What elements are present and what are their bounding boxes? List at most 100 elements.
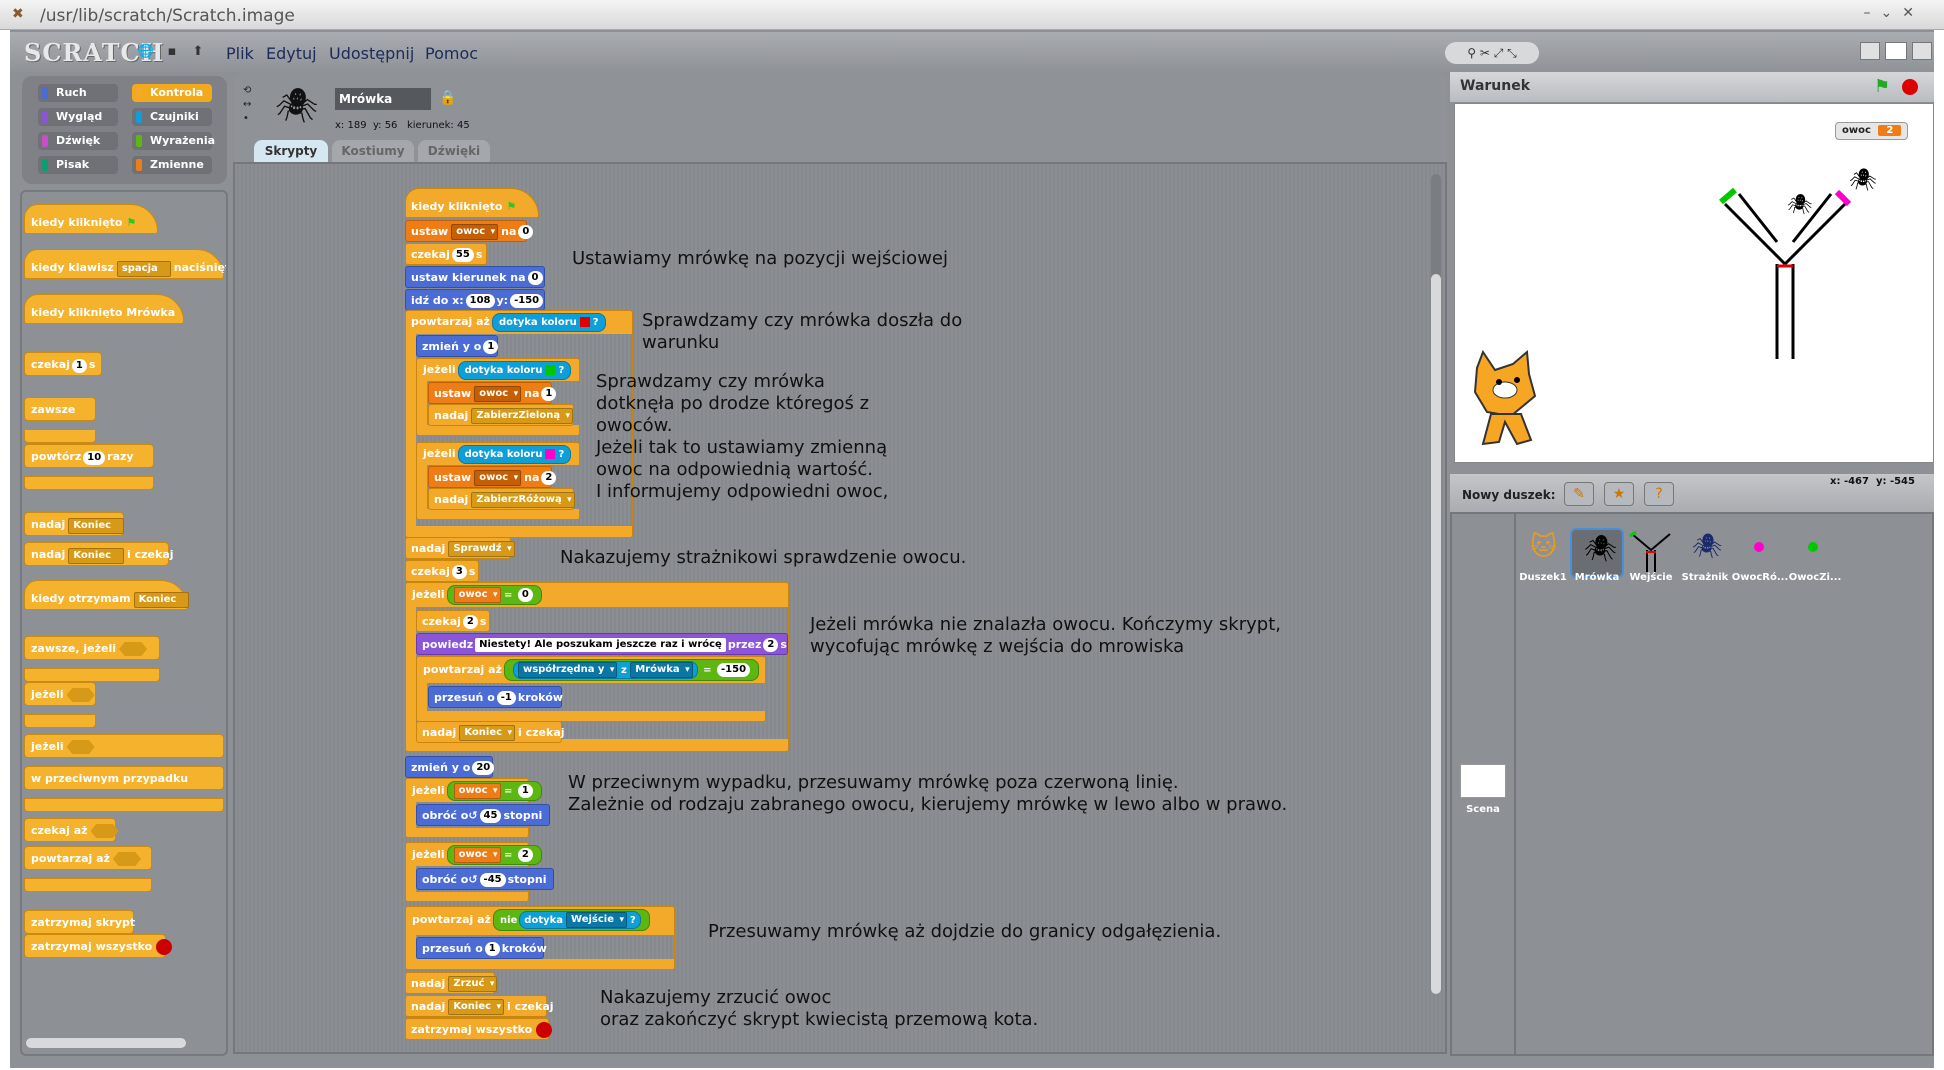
tab-sounds[interactable]: Dźwięki — [418, 140, 490, 162]
stop-button[interactable] — [1902, 79, 1918, 95]
palette-if[interactable]: jeżeli — [24, 682, 96, 706]
block-broadcast-sprawdz[interactable]: nadaj Sprawdź — [405, 537, 515, 559]
palette-stop-all[interactable]: zatrzymaj wszystko — [24, 934, 173, 958]
block-move-back[interactable]: przesuń o -1 kroków — [428, 686, 563, 708]
paint-new-sprite-button[interactable]: ✎ — [1564, 482, 1594, 506]
save-icon[interactable]: ▪ — [162, 42, 182, 62]
palette-when-key-pressed[interactable]: kiedy klawiszspacjanaciśnięty — [24, 249, 226, 279]
presentation-mode-button[interactable] — [1912, 42, 1932, 60]
sprite-name-field[interactable]: Mrówka — [335, 88, 431, 110]
category-pen[interactable]: Pisak — [38, 156, 118, 174]
window-controls[interactable]: –⌄✕ — [1864, 5, 1924, 21]
block-wait-3[interactable]: czekaj 3 s — [405, 560, 479, 582]
palette-stop-script[interactable]: zatrzymaj skrypt — [24, 910, 135, 934]
block-wait[interactable]: czekaj 55 s — [405, 243, 487, 265]
block-point-direction[interactable]: ustaw kierunek na 0 — [405, 266, 545, 288]
palette-when-i-receive[interactable]: kiedy otrzymam Koniec — [24, 580, 190, 610]
green-flag-button[interactable]: ⚑ — [1874, 76, 1890, 97]
block-broadcast-zielona[interactable]: nadaj ZabierzZieloną — [428, 404, 574, 426]
stage-thumbnail[interactable] — [1460, 764, 1506, 798]
menu-share[interactable]: Udostępnij — [329, 44, 414, 63]
sprite-info-panel: ⟲ ↔ • 🕷 Mrówka 🔒 x: 189 y: 56 kierunek: 45 — [235, 72, 1447, 164]
color-swatch-green[interactable] — [545, 364, 556, 375]
palette-forever[interactable]: zawsze — [24, 397, 96, 421]
block-broadcast-koniec-wait-2[interactable]: nadajKonieci czekaj — [405, 995, 554, 1017]
block-broadcast-zrzuc[interactable]: nadaj Zrzuć — [405, 972, 498, 994]
color-swatch-red[interactable] — [579, 316, 590, 327]
category-control[interactable]: Kontrola — [132, 84, 212, 102]
scripts-scrollbar[interactable] — [1431, 174, 1441, 994]
block-move-1[interactable]: przesuń o 1 kroków — [416, 937, 547, 959]
rotation-style-buttons[interactable]: ⟲ ↔ • — [243, 84, 257, 128]
sprite-thumb-guard[interactable]: 🕷 — [1678, 528, 1732, 578]
menu-help[interactable]: Pomoc — [425, 44, 478, 63]
share-icon[interactable]: ⬆ — [188, 42, 208, 62]
block-turn-left-45[interactable]: obróć o↺ 45 stopni — [416, 804, 550, 826]
choose-sprite-file-button[interactable]: ★ — [1604, 482, 1634, 506]
palette-when-flag-clicked[interactable]: kiedy kliknięto ⚑ — [24, 204, 158, 234]
menu-edit[interactable]: Edytuj — [266, 44, 317, 63]
block-set-owoc-2[interactable]: ustawowocna2 — [428, 466, 557, 488]
if-green-label: jeżeli dotyka koloru? — [418, 359, 578, 381]
sprite-thumb-ant[interactable]: 🕷 — [1570, 528, 1624, 578]
tab-scripts[interactable]: Skrypty — [254, 140, 328, 162]
palette-repeat-until[interactable]: powtarzaj aż — [24, 846, 152, 870]
block-broadcast-koniec-wait[interactable]: nadajKonieci czekaj — [416, 721, 565, 743]
category-sensing[interactable]: Czujniki — [132, 108, 212, 126]
palette-repeat-arm — [24, 476, 154, 490]
comment-fruit-6: I informujemy odpowiedni owoc, — [596, 481, 889, 502]
comment-fruit-2: dotknęła po drodze któregoś z — [596, 393, 870, 414]
category-looks[interactable]: Wygląd — [38, 108, 118, 126]
palette-if-else[interactable]: jeżeli — [24, 734, 224, 758]
block-wait-2[interactable]: czekaj 2 s — [416, 610, 490, 632]
ant-sprite-on-stage[interactable]: 🕷 — [1849, 168, 1877, 193]
comment-check-arrival-2: warunku — [642, 332, 720, 353]
block-change-y[interactable]: zmień y o1 — [416, 335, 499, 357]
stage-tools[interactable]: ⚲ ✂ ⤢ ⤡ — [1445, 42, 1539, 64]
y-branch-lines — [1723, 193, 1847, 359]
tab-costumes[interactable]: Kostiumy — [332, 140, 414, 162]
sprite-thumb-green-fruit[interactable] — [1786, 528, 1840, 578]
stage[interactable]: owoc 2 🕷 🕷 — [1454, 103, 1934, 463]
comment-else-1: W przeciwnym wypadku, przesuwamy mrówkę … — [568, 772, 1179, 793]
block-set-owoc-1[interactable]: ustawowocna1 — [428, 382, 557, 404]
hat-when-flag-clicked[interactable]: kiedy kliknięto ⚑ — [405, 188, 539, 218]
sprite-thumb-cat[interactable]: 🐱 — [1516, 528, 1570, 578]
block-set-variable[interactable]: ustawowocna0 — [405, 220, 534, 242]
palette-forever-if[interactable]: zawsze, jeżeli — [24, 636, 160, 660]
variable-monitor-owoc[interactable]: owoc 2 — [1835, 122, 1909, 140]
language-globe-icon[interactable]: 🌐 — [136, 42, 156, 62]
palette-scrollbar[interactable] — [26, 1038, 186, 1048]
category-motion[interactable]: Ruch — [38, 84, 118, 102]
palette-wait-until[interactable]: czekaj aż — [24, 818, 119, 842]
menu-file[interactable]: Plik — [226, 44, 254, 63]
lock-icon[interactable]: 🔒 — [439, 90, 456, 106]
block-stop-all[interactable]: zatrzymaj wszystko — [405, 1018, 553, 1040]
palette-broadcast-and-wait[interactable]: nadaj Koniec i czekaj — [24, 542, 174, 566]
block-say-for-secs[interactable]: powiedz Niestety! Ale poszukam jeszcze ra… — [416, 633, 788, 655]
palette-repeat[interactable]: powtórz 10 razy — [24, 444, 154, 468]
block-broadcast-rozowa[interactable]: nadaj ZabierzRóżową — [428, 488, 575, 510]
random-sprite-button[interactable]: ? — [1644, 482, 1674, 506]
block-change-y-20[interactable]: zmień y o 20 — [405, 756, 495, 778]
color-swatch-pink[interactable] — [545, 448, 556, 459]
block-turn-left-neg45[interactable]: obróć o↺ -45 stopni — [416, 868, 554, 890]
category-operators[interactable]: Wyrażenia — [132, 132, 215, 150]
palette-broadcast[interactable]: nadaj Koniec — [24, 512, 125, 536]
guard-sprite-on-stage[interactable]: 🕷 — [1787, 192, 1812, 216]
small-stage-button[interactable] — [1860, 42, 1880, 60]
category-sound[interactable]: Dźwięk — [38, 132, 118, 150]
palette-wait[interactable]: czekaj 1 s — [24, 352, 102, 376]
normal-stage-button[interactable] — [1885, 42, 1907, 60]
sprite-thumb-entrance[interactable] — [1624, 528, 1678, 578]
category-variables[interactable]: Zmienne — [132, 156, 212, 174]
cat-sprite-on-stage[interactable] — [1461, 344, 1551, 454]
green-flag-icon: ⚑ — [126, 216, 137, 229]
palette-forever-arm — [24, 429, 96, 443]
sprite-thumb-pink-fruit[interactable] — [1732, 528, 1786, 578]
category-selector: Ruch Kontrola Wygląd Czujniki Dźwięk Wyr… — [22, 76, 227, 184]
palette-when-sprite-clicked[interactable]: kiedy kliknięto Mrówka — [24, 294, 184, 324]
block-go-to-xy[interactable]: idź do x: 108 y: -150 — [405, 289, 545, 311]
sprite-label-4: OwocRó... — [1731, 572, 1789, 583]
window-title: /usr/lib/scratch/Scratch.image — [40, 6, 295, 26]
